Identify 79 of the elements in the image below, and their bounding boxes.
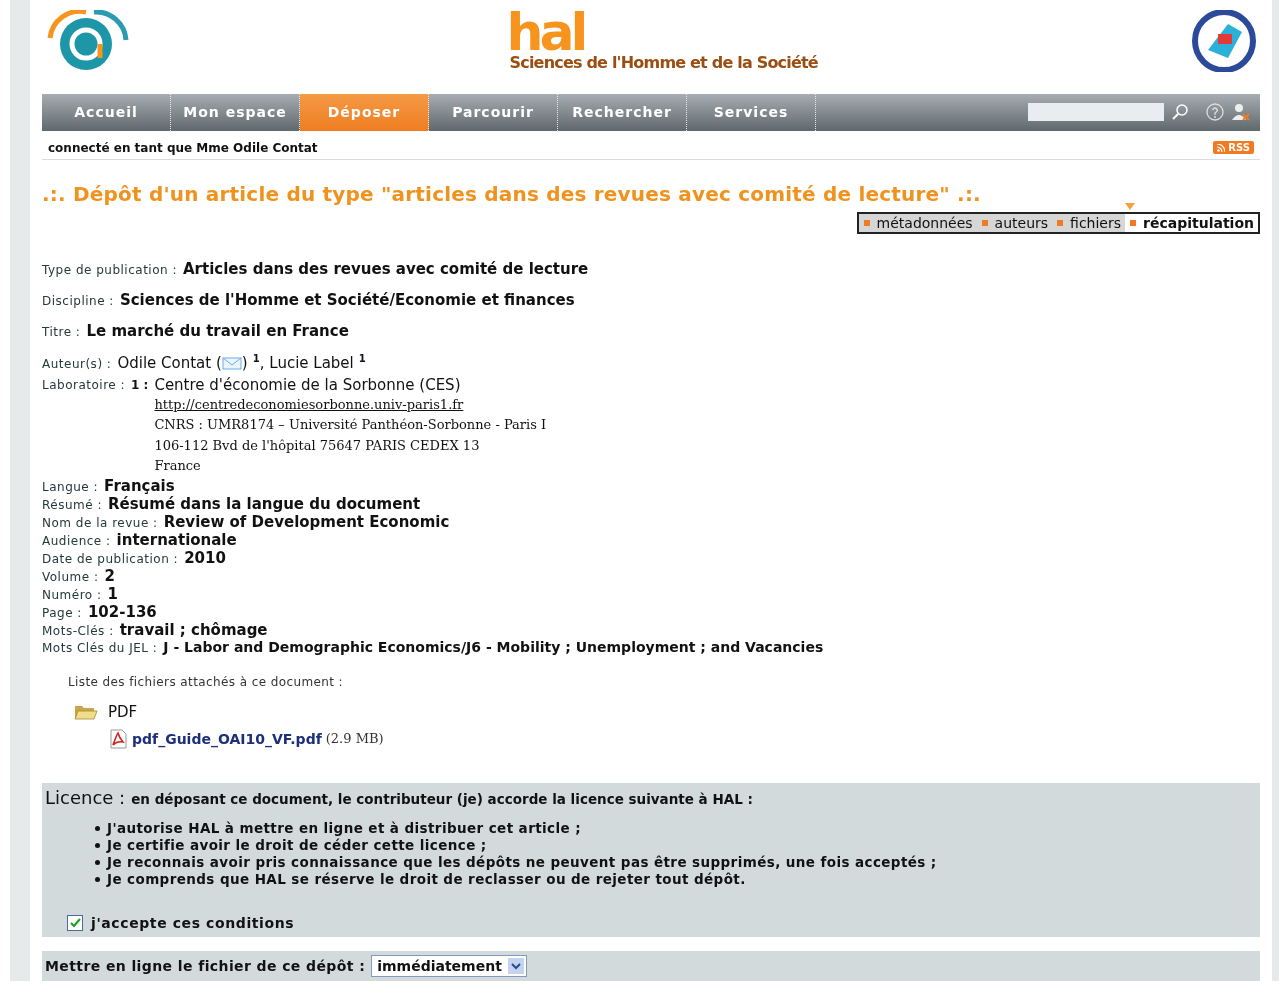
field-label: Langue : xyxy=(42,479,99,494)
search-icon[interactable] xyxy=(1172,104,1188,121)
caret-icon xyxy=(507,958,524,975)
field-label: Volume : xyxy=(42,569,99,584)
field-value: Articles dans des revues avec comité de lecture xyxy=(183,259,589,278)
field-value: Français xyxy=(104,476,175,495)
affiliation-number: 1 xyxy=(358,352,366,364)
field-label: Laboratoire : xyxy=(42,376,126,392)
mail-icon[interactable] xyxy=(221,356,242,370)
licence-item: Je certifie avoir le droit de céder cette licence ; xyxy=(107,837,487,854)
licence-item: Je reconnais avoir pris connaissance que les dépôts ne peuvent pas être supprimés, une fois acceptés ; xyxy=(107,854,937,871)
step-marker-icon xyxy=(1130,219,1137,226)
step-tab[interactable]: métadonnées xyxy=(858,213,977,232)
field-value: internationale xyxy=(116,530,237,549)
field-value: Le marché du travail en France xyxy=(86,321,349,340)
field-label: Type de publication : xyxy=(42,262,177,277)
logo-word: hal xyxy=(506,12,585,52)
bullet-icon xyxy=(95,876,100,882)
step-marker-icon xyxy=(981,219,988,226)
field-value: 2 xyxy=(104,566,115,585)
field-label: Mots-Clés : xyxy=(42,623,114,638)
step-marker-icon xyxy=(863,219,870,226)
author-punctuation: ) xyxy=(241,353,248,372)
author-name: Odile Contat ( xyxy=(117,353,222,372)
current-step-icon xyxy=(1125,202,1136,210)
step-tab[interactable]: fichiers xyxy=(1052,213,1126,232)
field-label: Nom de la revue : xyxy=(42,515,158,530)
field-value: Review of Development Economic xyxy=(163,512,450,531)
affiliation-number: 1 : xyxy=(131,376,149,392)
field-value: 102-136 xyxy=(87,602,157,621)
author-name: , Lucie Label xyxy=(259,353,354,372)
step-marker-icon xyxy=(1057,219,1064,226)
login-status: connecté en tant que Mme Odile Contat xyxy=(48,140,318,155)
field-label: Page : xyxy=(42,605,82,620)
nav-tab[interactable]: Services xyxy=(687,94,816,131)
field-label: Mots Clés du JEL : xyxy=(42,640,158,655)
laboratory-name: Centre d'économie de la Sorbonne (CES) xyxy=(154,374,462,395)
bullet-icon xyxy=(95,842,100,848)
affiliation-number: 1 xyxy=(252,352,260,364)
folder-name: PDF xyxy=(108,702,138,721)
field-label: Date de publication : xyxy=(42,551,179,566)
search-field[interactable] xyxy=(1028,103,1164,122)
files-caption: Liste des fichiers attachés à ce document : xyxy=(68,674,345,689)
step-tab[interactable]: auteurs xyxy=(976,213,1053,232)
field-value: 1 xyxy=(107,584,118,603)
accept-label: j'accepte ces conditions xyxy=(91,915,295,932)
address-line: France xyxy=(154,457,202,476)
rss-icon xyxy=(1217,143,1226,152)
licence-title: Licence : xyxy=(45,786,126,808)
licence-item: Je comprends que HAL se réserve le droit de reclasser ou de rejeter tout dépôt. xyxy=(107,871,746,888)
field-value: travail ; chômage xyxy=(119,620,268,639)
nav-tab[interactable]: Accueil xyxy=(42,94,171,131)
field-label: Discipline : xyxy=(42,293,114,308)
page-title: .:. Dépôt d'un article du type "articles dans des revues avec comité de lecture" .:. xyxy=(42,181,982,206)
accept-checkbox[interactable] xyxy=(67,915,83,932)
logo-subtitle: Sciences de l'Homme et de la Société xyxy=(509,55,818,71)
field-label: Résumé : xyxy=(42,497,102,512)
file-link[interactable]: pdf_Guide_OAI10_VF.pdf xyxy=(132,730,322,747)
field-label: Titre : xyxy=(42,324,81,339)
field-label: Numéro : xyxy=(42,587,102,602)
licence-intro: en déposant ce document, le contributeur (je) accorde la licence suivante à HAL : xyxy=(131,790,753,807)
address-line: 106-112 Bvd de l'hôpital 75647 PARIS CEDEX 13 xyxy=(154,436,481,455)
address-line: CNRS : UMR8174 – Université Panthéon-Sorbonne - Paris I xyxy=(154,416,547,435)
publish-select[interactable]: immédiatement xyxy=(371,955,527,978)
field-value: 2010 xyxy=(184,548,226,567)
bullet-icon xyxy=(95,859,100,865)
bullet-icon xyxy=(95,825,100,831)
field-value: Résumé dans la langue du document xyxy=(107,494,421,513)
publish-label: Mettre en ligne le fichier de ce dépôt : xyxy=(45,958,366,975)
field-label: Auteur(s) : xyxy=(42,356,112,371)
help-icon[interactable] xyxy=(1206,103,1224,122)
field-value: Sciences de l'Homme et Société/Economie et finances xyxy=(119,290,575,309)
laboratory-link[interactable]: http://centredeconomiesorbonne.univ-paris1.fr xyxy=(154,394,547,416)
licence-item: J'autorise HAL à mettre en ligne et à distribuer cet article ; xyxy=(107,820,581,837)
pdf-file-icon xyxy=(108,728,128,749)
field-value: J - Labor and Demographic Economics/J6 - Mobility ; Unemployment ; and Vacancies xyxy=(163,638,824,655)
file-size: (2.9 MB) xyxy=(325,731,384,747)
field-label: Audience : xyxy=(42,533,111,548)
user-logout-icon[interactable] xyxy=(1232,103,1250,122)
